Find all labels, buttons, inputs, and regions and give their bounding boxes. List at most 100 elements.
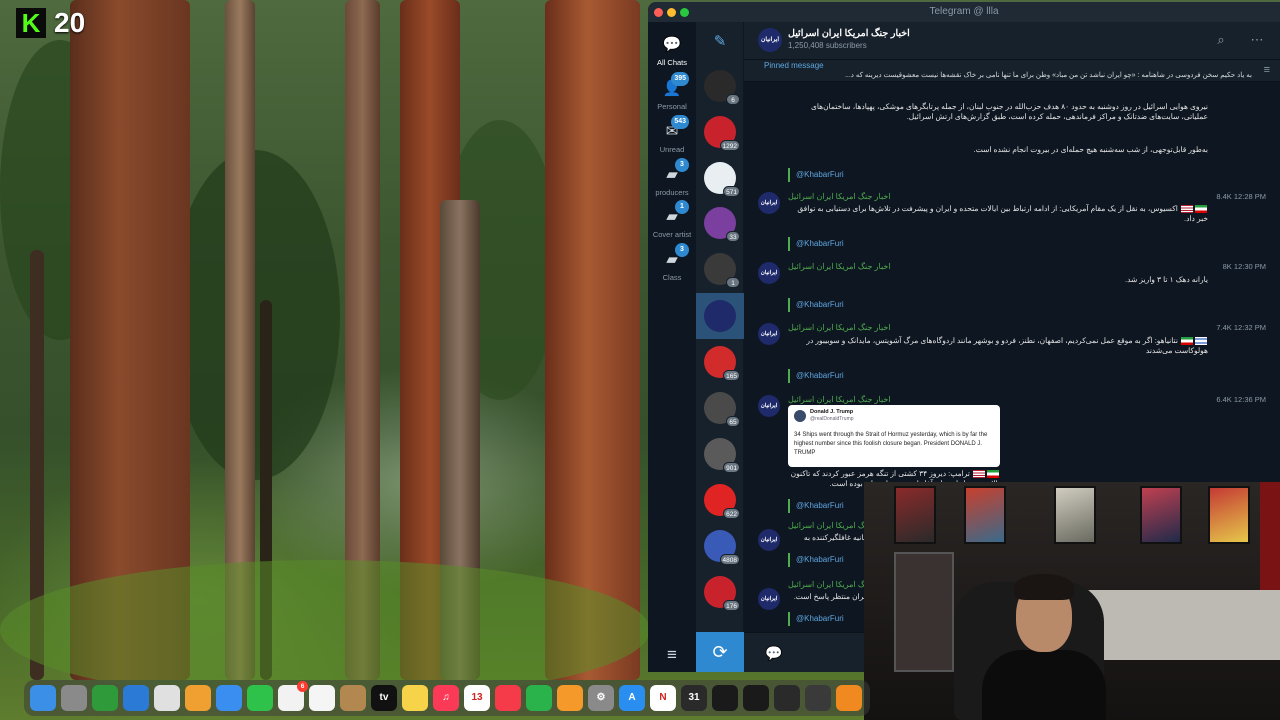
app-hex-icon[interactable] — [774, 685, 800, 711]
news-icon[interactable] — [495, 685, 521, 711]
webcam-couch — [1084, 590, 1280, 660]
chat-avatar[interactable]: 65 — [704, 392, 740, 427]
forward-tag[interactable]: @KhabarFuri — [788, 612, 850, 626]
mail-icon[interactable] — [216, 685, 242, 711]
app-orange-icon[interactable] — [836, 685, 862, 711]
comments-icon[interactable]: 💬 — [764, 643, 784, 663]
folder-tab[interactable]: ▰ 3 producers — [648, 158, 696, 197]
settings-icon[interactable]: ⚙ — [588, 685, 614, 711]
calendar-icon[interactable]: 13 — [464, 685, 490, 711]
chat-avatar[interactable] — [704, 300, 736, 332]
webcam-curtain — [1260, 482, 1280, 602]
calendar2-icon[interactable]: 31 — [681, 685, 707, 711]
folder-unread-badge: 395 — [671, 72, 689, 86]
forward-tag[interactable]: @KhabarFuri — [788, 168, 850, 182]
post-text-content: اکسیوس، به نقل از یک مقام آمریکایی: از ا… — [797, 204, 1208, 223]
more-options-icon[interactable]: ⋯ — [1248, 31, 1266, 49]
kick-logo-icon: K — [16, 8, 46, 38]
folder-tab[interactable]: 👤 395 Personal — [648, 72, 696, 111]
forward-tag[interactable]: @KhabarFuri — [788, 298, 850, 312]
stream-badge-number: 20 — [54, 7, 86, 38]
app-dark1-icon[interactable] — [712, 685, 738, 711]
forward-tag[interactable]: @KhabarFuri — [788, 369, 850, 383]
flag-us-icon — [973, 470, 985, 479]
window-titlebar: Telegram @ llla — [648, 2, 1280, 22]
tweet-image[interactable]: Donald J. Trump @realDonaldTrump 34 Ship… — [788, 405, 1000, 467]
chat-avatar[interactable]: 901 — [704, 438, 740, 473]
pinned-message-bar[interactable]: Pinned message به یاد حکیم سخن فردوسی در… — [744, 60, 1280, 82]
folder-tab[interactable]: 💬 All Chats — [648, 36, 696, 67]
sliders-icon[interactable]: ≡ — [661, 644, 683, 666]
post-text: نیروی هوایی اسرائیل در روز دوشنبه به حدو… — [810, 102, 1208, 121]
photos-icon[interactable] — [185, 685, 211, 711]
folder-unread-badge: 3 — [675, 243, 689, 257]
facetime-icon[interactable] — [247, 685, 273, 711]
refresh-button[interactable]: ⟳ — [696, 632, 744, 672]
macos-dock: 6 tv ♫ 13 ⚙ A N 31 — [24, 680, 870, 716]
chat-avatar[interactable]: 165 — [704, 346, 740, 381]
chat-avatar[interactable]: 622 — [704, 484, 740, 519]
folder-unread-badge: 3 — [675, 158, 689, 172]
chat-unread-badge: 6 — [726, 94, 740, 105]
compose-icon[interactable]: ✎ — [710, 32, 730, 52]
notes-icon[interactable] — [402, 685, 428, 711]
post-meta: 7.4K 12:32 PM — [1216, 323, 1266, 332]
dock-icon-label: tv — [379, 692, 389, 703]
post-avatar[interactable]: ایرانیان — [758, 529, 780, 551]
flag-israel-icon — [1195, 337, 1207, 346]
chat-avatar[interactable]: 6 — [704, 70, 740, 105]
forward-tag[interactable]: @KhabarFuri — [788, 237, 850, 251]
webcam-poster — [1140, 486, 1182, 544]
flag-iran-icon — [1181, 337, 1193, 346]
app-badge-icon[interactable]: 6 — [278, 681, 308, 711]
chat-avatar[interactable]: 571 — [704, 162, 740, 197]
finder-icon[interactable] — [30, 685, 56, 711]
dock-badge: 6 — [297, 681, 308, 692]
app-gear-icon[interactable] — [805, 685, 831, 711]
post-avatar[interactable]: ایرانیان — [758, 588, 780, 610]
post-sender[interactable]: اخبار جنگ امریکا ایران اسرائیل — [788, 395, 891, 404]
numbers-icon[interactable] — [526, 685, 552, 711]
post-sender[interactable]: اخبار جنگ امریکا ایران اسرائیل — [788, 192, 891, 201]
post-sender[interactable]: اخبار جنگ امریکا ایران اسرائیل — [788, 323, 891, 332]
chat-avatar[interactable]: 4808 — [704, 530, 740, 565]
post-avatar[interactable]: ایرانیان — [758, 262, 780, 284]
chat-unread-badge: 622 — [723, 508, 740, 519]
post-avatar[interactable]: ایرانیان — [758, 192, 780, 214]
chat-header[interactable]: ایرانیان اخبار جنگ امریکا ایران اسرائیل … — [744, 22, 1280, 60]
chat-list: ✎ 6 1292 571 33 1 165 65 901 622 4808 176 ⟳ — [696, 22, 744, 672]
pinned-label: Pinned message — [764, 61, 824, 70]
chat-avatar[interactable]: 33 — [704, 207, 740, 242]
tweet-handle: @realDonaldTrump — [810, 416, 854, 422]
folder-tab[interactable]: ▰ 3 Class — [648, 243, 696, 282]
chat-unread-badge: 65 — [726, 416, 740, 427]
chat-avatar[interactable]: 1292 — [704, 116, 740, 151]
post-avatar[interactable]: ایرانیان — [758, 323, 780, 345]
appstore-icon[interactable]: A — [619, 685, 645, 711]
chrome-icon[interactable] — [154, 685, 180, 711]
forward-tag[interactable]: @KhabarFuri — [788, 553, 850, 567]
app-green-icon[interactable] — [92, 685, 118, 711]
music-icon[interactable]: ♫ — [433, 685, 459, 711]
appletv-icon[interactable]: tv — [371, 685, 397, 711]
chat-unread-badge: 901 — [723, 462, 740, 473]
chat-avatar[interactable]: 176 — [704, 576, 740, 611]
freeform-icon[interactable] — [309, 685, 335, 711]
chat-avatar[interactable]: 1 — [704, 253, 740, 288]
post-text: اکسیوس، به نقل از یک مقام آمریکایی: از ا… — [788, 204, 1208, 224]
app-dark2-icon[interactable] — [743, 685, 769, 711]
channel-avatar[interactable]: ایرانیان — [758, 28, 782, 52]
app-brown-icon[interactable] — [340, 685, 366, 711]
folder-tab[interactable]: ▰ 1 Cover artist — [648, 200, 696, 239]
post-avatar[interactable]: ایرانیان — [758, 395, 780, 417]
pages-icon[interactable] — [557, 685, 583, 711]
search-icon[interactable]: ⌕ — [1212, 31, 1230, 49]
folder-tab[interactable]: ✉ 543 Unread — [648, 115, 696, 154]
forward-tag[interactable]: @KhabarFuri — [788, 499, 850, 513]
pinned-list-icon[interactable]: ≡ — [1264, 64, 1270, 76]
stream-channel-badge: K 20 — [16, 7, 86, 38]
post-sender[interactable]: اخبار جنگ امریکا ایران اسرائیل — [788, 262, 891, 271]
notion-icon[interactable]: N — [650, 685, 676, 711]
safari-icon[interactable] — [123, 685, 149, 711]
launchpad-icon[interactable] — [61, 685, 87, 711]
